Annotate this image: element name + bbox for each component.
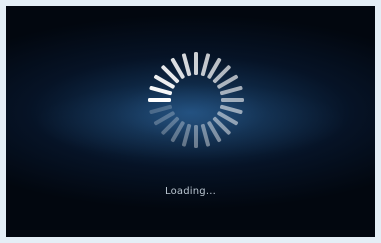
spinner-spoke: [194, 125, 198, 148]
spinner-spoke: [194, 52, 198, 75]
loading-text: Loading...: [165, 186, 216, 197]
spinner-spoke: [181, 53, 192, 77]
spinner-spoke: [200, 123, 211, 147]
spinner-spoke: [221, 98, 244, 102]
spinner-spoke: [219, 104, 243, 115]
spinner-spoke: [149, 85, 173, 96]
spinner-spoke: [200, 53, 211, 77]
spinner-spoke: [181, 123, 192, 147]
spinner-spoke: [148, 98, 171, 102]
loading-spinner-icon: [148, 52, 244, 148]
spinner-spoke: [149, 104, 173, 115]
spinner-spoke: [219, 85, 243, 96]
